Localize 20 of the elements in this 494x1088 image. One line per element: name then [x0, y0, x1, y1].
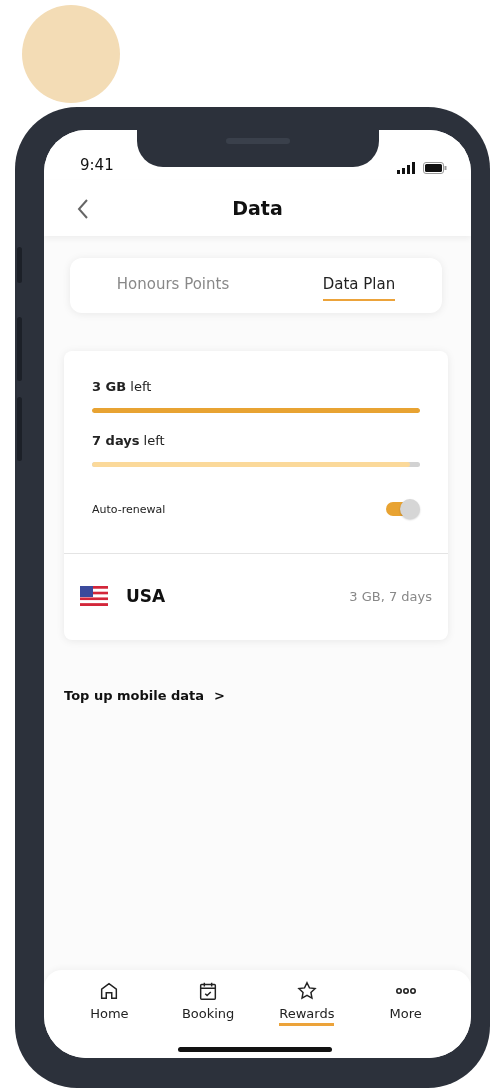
auto-renewal-toggle[interactable]	[386, 499, 420, 519]
status-time: 9:41	[80, 156, 114, 174]
page-title: Data	[232, 197, 283, 219]
plan-details: 3 GB, 7 days	[349, 588, 432, 604]
usage-label: 7 days left	[92, 433, 166, 448]
more-icon	[395, 988, 416, 994]
battery-icon	[423, 162, 447, 174]
usage-label: 3 GB left	[92, 379, 153, 394]
toggle-label: Auto-renewal	[92, 502, 166, 516]
nav-item[interactable]: Home	[69, 980, 150, 1058]
flag-icon	[80, 586, 108, 606]
tab[interactable]: Honours Points	[116, 270, 230, 301]
star-icon	[295, 980, 318, 1002]
top-up-link[interactable]: Top up mobile data >	[64, 688, 225, 703]
back-icon[interactable]	[76, 198, 90, 220]
country-name: USA	[126, 586, 167, 606]
signal-icon	[397, 162, 417, 174]
tab[interactable]: Data Plan	[322, 270, 396, 301]
nav-item[interactable]: More	[365, 980, 446, 1058]
nav-item[interactable]: Booking	[168, 980, 249, 1058]
